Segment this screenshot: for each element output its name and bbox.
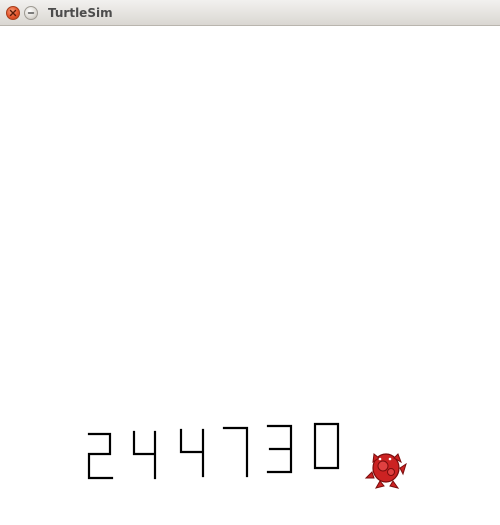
- drawn-digit-4: [132, 430, 157, 480]
- title-bar[interactable]: TurtleSim: [0, 0, 500, 26]
- drawing-surface: [87, 422, 407, 489]
- drawn-digit-2: [87, 432, 114, 480]
- minimize-icon: [27, 12, 35, 14]
- turtle-icon[interactable]: [364, 453, 407, 489]
- window-title: TurtleSim: [48, 6, 113, 20]
- drawn-digit-0: [313, 422, 340, 470]
- drawn-digit-4b: [179, 428, 205, 478]
- drawn-digit-3: [266, 424, 293, 474]
- close-button[interactable]: [6, 6, 20, 20]
- turtlesim-window: TurtleSim: [0, 0, 500, 525]
- drawn-digit-7: [222, 426, 249, 478]
- minimize-button[interactable]: [24, 6, 38, 20]
- close-icon: [9, 9, 17, 17]
- turtle-canvas: [0, 26, 500, 525]
